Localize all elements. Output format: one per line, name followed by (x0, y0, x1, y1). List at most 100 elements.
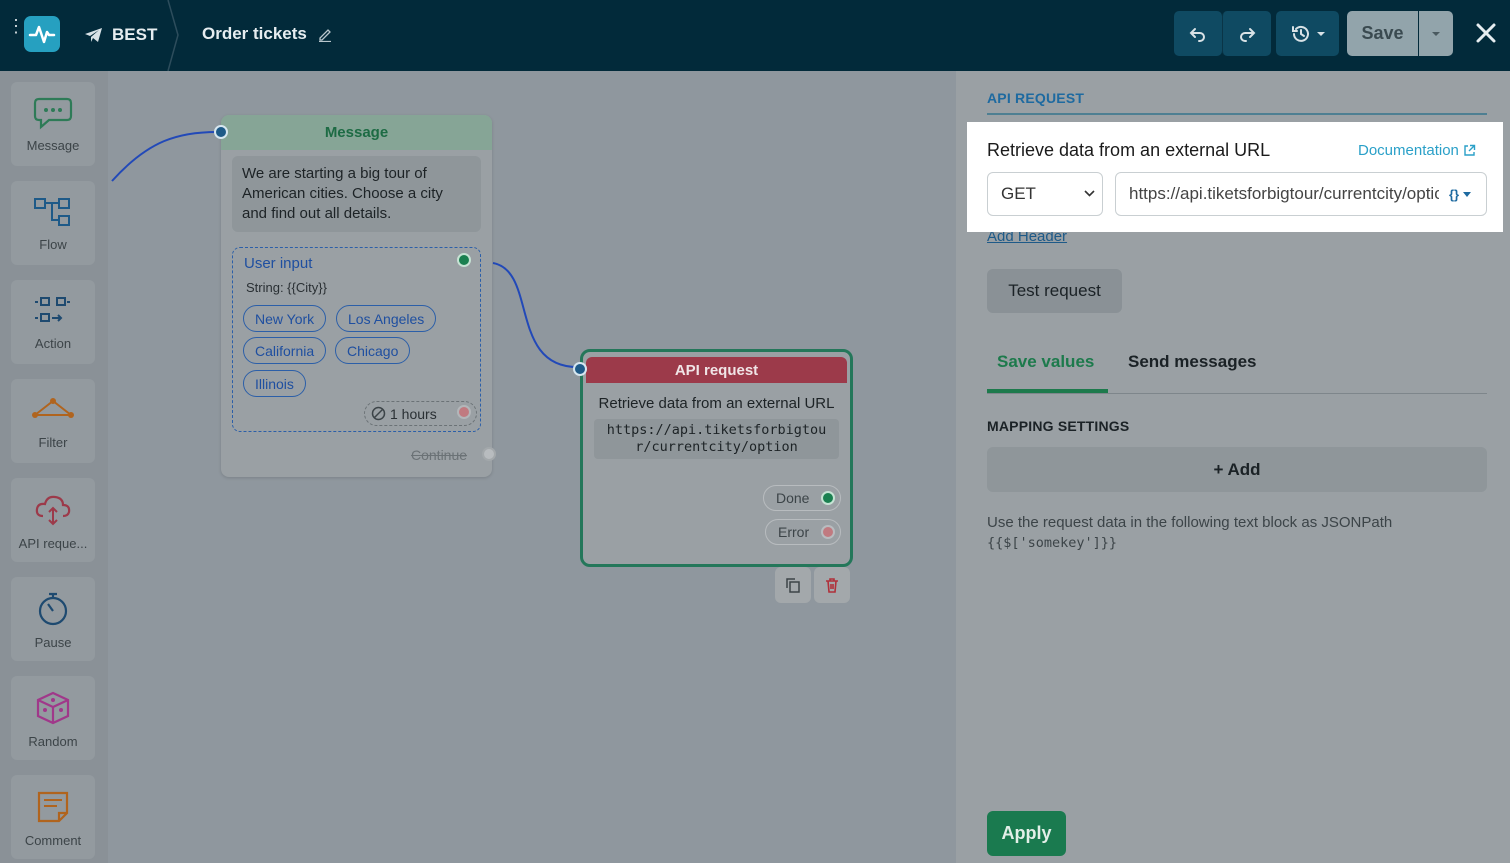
tab-save-values[interactable]: Save values (997, 352, 1094, 372)
telegram-icon (85, 28, 102, 42)
blocks-sidebar: Message Flow Action Filter API reque... … (0, 71, 108, 863)
redo-button[interactable] (1222, 11, 1271, 56)
sidebar-item-label: Message (26, 138, 80, 153)
chevron-down-icon (1084, 190, 1095, 197)
add-mapping-button[interactable]: + Add (987, 447, 1487, 492)
api-request-node[interactable]: API request Retrieve data from an extern… (573, 349, 853, 567)
tabs-divider (987, 393, 1487, 394)
undo-icon (1189, 27, 1205, 42)
filter-icon (32, 398, 74, 418)
continue-port[interactable] (482, 447, 496, 461)
app-logo[interactable] (24, 16, 60, 52)
error-port[interactable] (821, 525, 835, 539)
chevron-down-icon (1316, 31, 1325, 36)
option-chip[interactable]: Illinois (243, 370, 306, 397)
top-bar: ⋮ BEST Order tickets Save (0, 0, 1510, 71)
error-label: Error (778, 524, 810, 540)
braces-icon: {} (1448, 186, 1460, 202)
stopwatch-icon (38, 592, 68, 626)
message-node[interactable]: Message We are starting a big tour of Am… (214, 115, 496, 477)
save-button[interactable]: Save (1347, 11, 1418, 56)
option-chip[interactable]: Los Angeles (336, 305, 437, 332)
history-button[interactable] (1276, 11, 1339, 56)
timeout-port[interactable] (457, 405, 471, 419)
documentation-link[interactable]: Documentation (1358, 142, 1476, 159)
api-url-line: https://api.tiketsforbigtou (606, 422, 827, 438)
no-entry-icon (371, 406, 386, 421)
sidebar-item-comment[interactable]: Comment (11, 775, 95, 859)
trash-icon (826, 578, 838, 593)
flow-canvas[interactable]: Message We are starting a big tour of Am… (108, 71, 956, 863)
sidebar-item-pause[interactable]: Pause (11, 577, 95, 661)
user-input-block[interactable]: User input String: {{City}} New York Los… (232, 247, 481, 432)
message-node-title: Message (221, 115, 492, 150)
delete-button[interactable] (814, 567, 850, 603)
done-label: Done (776, 490, 810, 506)
sidebar-item-label: Random (28, 734, 78, 749)
option-chip[interactable]: California (243, 337, 327, 364)
url-value: https://api.tiketsforbigtour/currentcity… (1129, 184, 1439, 203)
breadcrumb-separator (167, 0, 179, 71)
flow-title[interactable]: Order tickets (202, 24, 333, 44)
redo-icon (1240, 27, 1256, 42)
comment-icon (37, 791, 69, 823)
continue-label: Continue (411, 447, 468, 463)
option-chip[interactable]: New York (243, 305, 327, 332)
sidebar-item-label: Pause (34, 635, 72, 650)
api-url-line: r/currentcity/option (635, 439, 798, 455)
mapping-settings-title: MAPPING SETTINGS (987, 418, 1130, 434)
dice-icon (36, 691, 70, 725)
close-button[interactable] (1470, 17, 1502, 49)
chevron-down-icon (1463, 191, 1472, 197)
sidebar-item-label: API reque... (18, 536, 88, 551)
url-input[interactable]: https://api.tiketsforbigtour/currentcity… (1115, 172, 1487, 216)
edit-pencil-icon[interactable] (317, 26, 333, 42)
bot-selector[interactable]: BEST (84, 24, 157, 46)
action-icon (35, 297, 70, 322)
hint-text: Use the request data in the following te… (987, 514, 1393, 531)
sidebar-item-label: Filter (38, 435, 68, 450)
option-chip[interactable]: Chicago (335, 337, 411, 364)
api-node-title: API request (586, 357, 847, 383)
undo-button[interactable] (1174, 11, 1222, 56)
flow-icon (34, 198, 70, 226)
chevron-down-icon (1432, 31, 1440, 36)
close-icon (1476, 23, 1496, 43)
active-tab-indicator (987, 389, 1108, 393)
api-node-url: https://api.tiketsforbigtou r/currentcit… (594, 419, 839, 459)
tab-send-messages[interactable]: Send messages (1128, 352, 1257, 372)
api-input-port[interactable] (573, 362, 587, 376)
copy-icon (786, 578, 800, 593)
more-vertical-icon[interactable]: ⋮ (7, 17, 25, 35)
jsonpath-hint: Use the request data in the following te… (987, 512, 1487, 554)
request-section: Retrieve data from an external URL Docum… (967, 122, 1503, 232)
panel-title: API REQUEST (987, 90, 1085, 106)
sidebar-item-label: Action (34, 336, 72, 351)
sidebar-item-flow[interactable]: Flow (11, 181, 95, 265)
message-input-port[interactable] (214, 125, 228, 139)
insert-variable-button[interactable]: {} (1440, 180, 1480, 208)
input-output-port[interactable] (457, 253, 471, 267)
chat-bubble-icon (33, 97, 73, 130)
sidebar-item-random[interactable]: Random (11, 676, 95, 760)
node-toolbar (775, 567, 850, 603)
save-options-button[interactable] (1419, 11, 1453, 56)
sidebar-item-filter[interactable]: Filter (11, 379, 95, 463)
sidebar-item-api-request[interactable]: API reque... (11, 478, 95, 562)
hint-code: {{$['somekey']}} (987, 535, 1118, 551)
apply-button[interactable]: Apply (987, 811, 1066, 856)
request-section-title: Retrieve data from an external URL (987, 140, 1271, 160)
done-port[interactable] (821, 491, 835, 505)
sidebar-item-action[interactable]: Action (11, 280, 95, 364)
user-input-title: User input (244, 255, 313, 272)
message-node-text: We are starting a big tour of American c… (232, 156, 481, 232)
history-icon (1291, 25, 1309, 42)
sidebar-item-label: Comment (24, 833, 82, 848)
sidebar-item-message[interactable]: Message (11, 82, 95, 166)
test-request-button[interactable]: Test request (987, 269, 1122, 313)
duplicate-button[interactable] (775, 567, 811, 603)
panel-title-divider (987, 113, 1487, 115)
method-select[interactable]: GET (987, 172, 1103, 216)
bot-name: BEST (112, 25, 158, 44)
documentation-label: Documentation (1358, 142, 1459, 159)
